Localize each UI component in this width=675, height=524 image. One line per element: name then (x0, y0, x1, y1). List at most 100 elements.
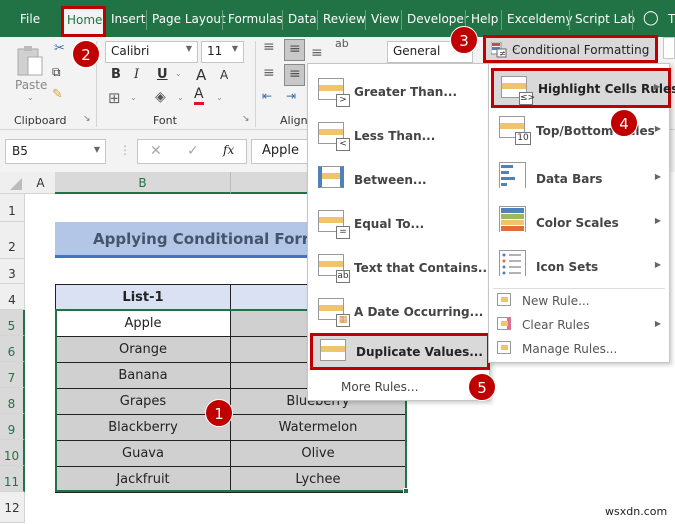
column-header-c[interactable] (230, 172, 310, 194)
menu-item-clear-rules[interactable]: Clear Rules ▶ (489, 316, 669, 338)
menu-item-equal-to[interactable]: = Equal To... (308, 208, 489, 248)
tab-developer[interactable]: Developer (407, 12, 469, 26)
tab-data[interactable]: Data (288, 12, 317, 26)
insert-function-icon[interactable]: fx (223, 143, 234, 157)
cut-icon[interactable]: ✂ (54, 41, 65, 56)
tab-page-layout[interactable]: Page Layout (152, 12, 226, 26)
align-left-icon[interactable]: ≡ (263, 65, 275, 81)
tab-help[interactable]: Help (471, 12, 498, 26)
underline-dropdown-icon[interactable]: ⌄ (175, 69, 182, 78)
fill-color-icon[interactable]: ◈ (155, 89, 166, 105)
menu-item-text-contains[interactable]: ab Text that Contains... (308, 252, 492, 292)
menu-item-less-than[interactable]: < Less Than... (308, 120, 489, 160)
tab-separator (222, 10, 223, 30)
cell[interactable]: Banana (55, 362, 231, 389)
font-color-dropdown-icon[interactable]: ⌄ (216, 93, 223, 102)
tab-home[interactable]: Home (61, 6, 106, 37)
increase-indent-icon[interactable]: ⇥ (286, 89, 296, 103)
menu-item-icon-sets[interactable]: Icon Sets ▶ (489, 246, 669, 286)
select-all-corner[interactable] (0, 172, 26, 194)
underline-button[interactable]: U (157, 67, 168, 82)
fill-handle[interactable] (403, 488, 409, 494)
tab-review[interactable]: Review (323, 12, 366, 26)
menu-item-date-occurring[interactable]: ▦ A Date Occurring... (308, 296, 489, 336)
row-header-6[interactable]: 6 (0, 336, 25, 362)
tab-insert[interactable]: Insert (111, 12, 145, 26)
paste-button[interactable] (14, 43, 44, 83)
row-header-3[interactable]: 3 (0, 259, 25, 284)
cell[interactable]: Blackberry (55, 414, 231, 441)
font-name-value: Calibri (111, 44, 150, 58)
cell[interactable]: Orange (55, 336, 231, 363)
borders-icon[interactable]: ⊞ (108, 89, 121, 107)
italic-button[interactable]: I (134, 67, 139, 82)
cell[interactable]: Guava (55, 440, 231, 467)
menu-item-data-bars[interactable]: Data Bars ▶ (489, 158, 669, 198)
tab-script-lab[interactable]: Script Lab (575, 12, 635, 26)
bold-button[interactable]: B (111, 67, 121, 82)
enter-icon[interactable]: ✓ (187, 143, 199, 159)
font-size-field[interactable]: 11 ▼ (201, 41, 244, 63)
font-name-field[interactable]: Calibri ▼ (105, 41, 198, 63)
clipboard-launcher-icon[interactable]: ↘ (83, 114, 91, 124)
cell[interactable]: Apple (55, 310, 231, 337)
align-center-button[interactable]: ≡ (284, 64, 305, 86)
borders-dropdown-icon[interactable]: ⌄ (130, 93, 137, 102)
submenu-arrow-icon: ▶ (653, 82, 660, 91)
tab-file[interactable]: File (20, 12, 40, 26)
shrink-font-button[interactable]: A (220, 68, 228, 82)
cell[interactable]: Olive (230, 440, 406, 467)
menu-item-duplicate-values[interactable]: Duplicate Values... (310, 333, 490, 370)
formula-input[interactable]: Apple (251, 139, 311, 164)
decrease-indent-icon[interactable]: ⇤ (262, 89, 272, 103)
cell[interactable]: Jackfruit (55, 466, 231, 493)
tab-view[interactable]: View (371, 12, 399, 26)
align-top-icon[interactable]: ≡ (263, 39, 275, 55)
font-color-button[interactable]: A (194, 87, 204, 105)
row-header-2[interactable]: 2 (0, 222, 25, 259)
title-cell[interactable]: Applying Conditional Forr (55, 222, 315, 258)
row-header-4[interactable]: 4 (0, 284, 25, 310)
cell[interactable]: Watermelon (230, 414, 406, 441)
row-header-10[interactable]: 10 (0, 440, 25, 466)
tab-formulas[interactable]: Formulas (228, 12, 283, 26)
menu-item-more-rules[interactable]: More Rules... (308, 376, 489, 398)
copy-icon[interactable]: ⧉ (52, 65, 61, 80)
row-header-1[interactable]: 1 (0, 194, 25, 222)
wrap-text-icon[interactable]: ab (335, 38, 349, 49)
row-header-7[interactable]: 7 (0, 362, 25, 388)
cancel-icon[interactable]: ✕ (150, 143, 162, 159)
fill-dropdown-icon[interactable]: ⌄ (177, 93, 184, 102)
name-box[interactable]: B5 ▼ (5, 139, 106, 164)
column-header-a[interactable]: A (26, 172, 55, 194)
tab-exceldemy[interactable]: Exceldemy (507, 12, 573, 26)
cell[interactable]: Lychee (230, 466, 406, 493)
menu-item-between[interactable]: Between... (308, 164, 489, 204)
row-header-11[interactable]: 11 (0, 466, 25, 492)
tab-separator (501, 10, 502, 30)
header-list-1[interactable]: List-1 (55, 284, 231, 311)
submenu-arrow-icon: ▶ (654, 319, 661, 328)
row-header-12[interactable]: 12 (0, 492, 25, 523)
conditional-formatting-button[interactable]: ≠ Conditional Formatting ⌄ (483, 35, 658, 63)
grow-font-button[interactable]: A (196, 66, 206, 84)
format-painter-icon[interactable]: ✎ (52, 87, 63, 102)
menu-item-highlight-cells-rules[interactable]: ≤> Highlight Cells Rules ▶ (491, 68, 675, 108)
align-bottom-icon[interactable]: ≡ (311, 45, 323, 61)
menu-item-greater-than[interactable]: > Greater Than... (308, 76, 489, 116)
menu-item-color-scales[interactable]: Color Scales ▶ (489, 202, 669, 242)
menu-item-top-bottom-rules[interactable]: 10 Top/Bottom Rules ▶ (489, 112, 669, 152)
row-header-5[interactable]: 5 (0, 310, 25, 336)
font-launcher-icon[interactable]: ↘ (242, 114, 250, 124)
menu-item-manage-rules[interactable]: Manage Rules... (489, 340, 669, 362)
conditional-formatting-menu: ≤> Highlight Cells Rules ▶ 10 Top/Bottom… (488, 63, 675, 363)
number-format-value: General (393, 44, 441, 58)
menu-item-label: Duplicate Values... (356, 345, 483, 359)
menu-item-new-rule[interactable]: New Rule... (489, 292, 669, 314)
lightbulb-icon[interactable]: ◯ (643, 10, 659, 26)
paste-dropdown-icon[interactable]: ⌄ (27, 93, 34, 102)
column-header-b[interactable]: B (55, 172, 230, 194)
row-header-9[interactable]: 9 (0, 414, 25, 440)
row-header-8[interactable]: 8 (0, 388, 25, 414)
align-middle-button[interactable]: ≡ (284, 39, 305, 61)
